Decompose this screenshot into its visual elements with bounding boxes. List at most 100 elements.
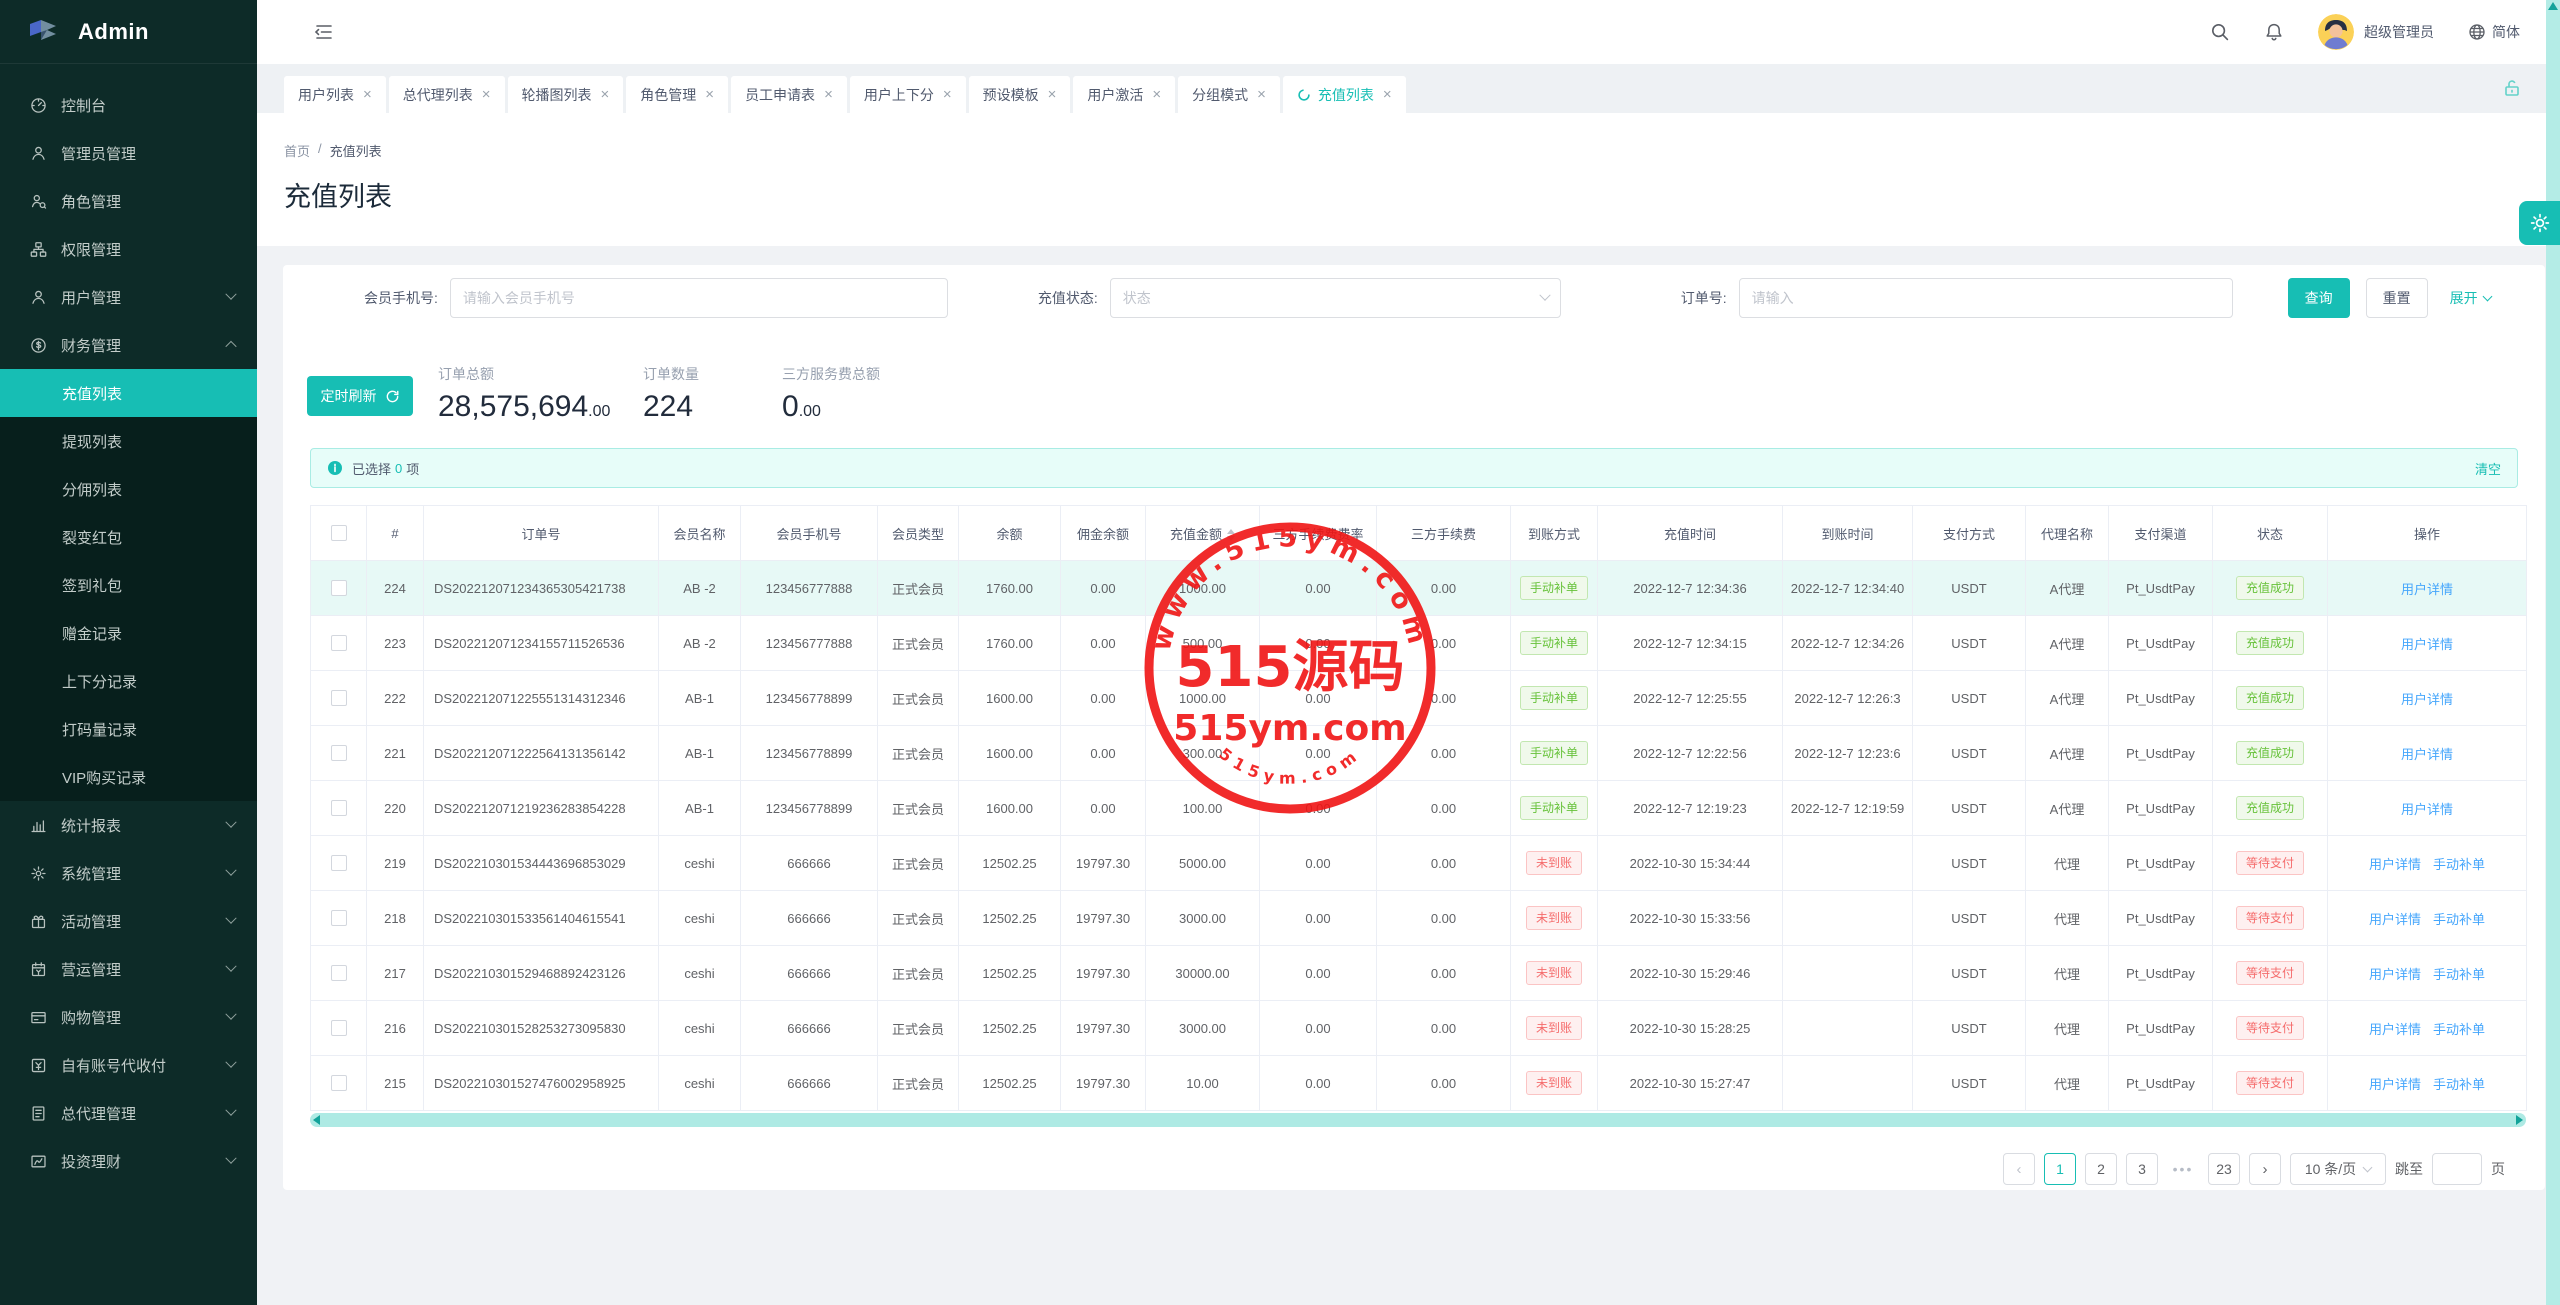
sidebar-subitem-commission-list[interactable]: 分佣列表 (0, 465, 257, 513)
sidebar-item-finance[interactable]: 财务管理 (0, 321, 257, 369)
notification-bell-icon[interactable] (2264, 22, 2284, 42)
row-checkbox[interactable] (330, 580, 347, 597)
user-detail-link[interactable]: 用户详情 (2401, 582, 2453, 597)
page-size-select[interactable]: 10 条/页 (2290, 1153, 2386, 1185)
page-button-3[interactable]: 3 (2126, 1153, 2158, 1185)
row-checkbox[interactable] (330, 800, 347, 817)
language-switcher[interactable]: 简体 (2468, 22, 2520, 42)
page-button-23[interactable]: 23 (2208, 1153, 2240, 1185)
user-detail-link[interactable]: 用户详情 (2369, 967, 2421, 982)
tab-close-icon[interactable]: × (1257, 87, 1266, 102)
tab-close-icon[interactable]: × (705, 87, 714, 102)
select-all-checkbox[interactable] (330, 525, 347, 542)
manual-order-link[interactable]: 手动补单 (2433, 967, 2485, 982)
tab-close-icon[interactable]: × (824, 87, 833, 102)
expand-filters-link[interactable]: 展开 (2450, 288, 2493, 308)
user-detail-link[interactable]: 用户详情 (2369, 912, 2421, 927)
sidebar-subitem-coding-record[interactable]: 打码量记录 (0, 705, 257, 753)
clear-selection-link[interactable]: 清空 (2475, 459, 2501, 478)
phone-filter-input[interactable] (449, 278, 948, 318)
scroll-up-icon[interactable] (2548, 2, 2558, 10)
breadcrumb-home[interactable]: 首页 (284, 141, 310, 160)
row-checkbox[interactable] (330, 745, 347, 762)
search-button[interactable]: 查询 (2287, 278, 2350, 318)
auto-refresh-button[interactable]: 定时刷新 (307, 376, 413, 416)
page-button-1[interactable]: 1 (2044, 1153, 2076, 1185)
user-avatar[interactable] (2318, 14, 2354, 50)
tab-close-icon[interactable]: × (1152, 87, 1161, 102)
sidebar-subitem-recharge-list[interactable]: 充值列表 (0, 369, 257, 417)
reset-button[interactable]: 重置 (2365, 278, 2428, 318)
tab-预设模板[interactable]: 预设模板 × (968, 76, 1071, 113)
tab-分组模式[interactable]: 分组模式 × (1178, 76, 1280, 113)
row-checkbox[interactable] (330, 635, 347, 652)
sidebar-item-system[interactable]: 系统管理 (0, 849, 257, 897)
horizontal-scrollbar[interactable] (310, 1113, 2526, 1127)
page-button-2[interactable]: 2 (2085, 1153, 2117, 1185)
vertical-scrollbar[interactable] (2546, 0, 2560, 1305)
sidebar-item-shopping[interactable]: 购物管理 (0, 993, 257, 1041)
sidebar-subitem-withdraw-list[interactable]: 提现列表 (0, 417, 257, 465)
sidebar-item-selfpay[interactable]: 自有账号代收付 (0, 1041, 257, 1089)
order-filter-input[interactable] (1738, 278, 2233, 318)
manual-order-link[interactable]: 手动补单 (2433, 1022, 2485, 1037)
user-detail-link[interactable]: 用户详情 (2401, 637, 2453, 652)
tab-用户激活[interactable]: 用户激活 × (1073, 76, 1176, 113)
row-checkbox[interactable] (330, 1020, 347, 1037)
tab-close-icon[interactable]: × (1048, 87, 1057, 102)
tab-充值列表[interactable]: 充值列表 × (1282, 76, 1406, 113)
next-page-button[interactable]: › (2249, 1153, 2281, 1185)
sidebar-subitem-bonus-record[interactable]: 赠金记录 (0, 609, 257, 657)
username-label[interactable]: 超级管理员 (2364, 22, 2434, 42)
status-select-input[interactable] (1109, 278, 1561, 318)
user-detail-link[interactable]: 用户详情 (2369, 1022, 2421, 1037)
user-detail-link[interactable]: 用户详情 (2369, 857, 2421, 872)
tab-close-icon[interactable]: × (482, 87, 491, 102)
sidebar-item-user[interactable]: 用户管理 (0, 273, 257, 321)
theme-settings-button[interactable] (2519, 201, 2560, 245)
tab-轮播图列表[interactable]: 轮播图列表 × (507, 76, 624, 113)
sidebar-item-permission[interactable]: 权限管理 (0, 225, 257, 273)
sidebar-item-activity[interactable]: 活动管理 (0, 897, 257, 945)
manual-order-link[interactable]: 手动补单 (2433, 912, 2485, 927)
user-detail-link[interactable]: 用户详情 (2401, 692, 2453, 707)
sidebar-subitem-updown-record[interactable]: 上下分记录 (0, 657, 257, 705)
row-checkbox[interactable] (330, 910, 347, 927)
sidebar-item-invest[interactable]: 投资理财 (0, 1137, 257, 1185)
sidebar-subitem-vip-purchase[interactable]: VIP购买记录 (0, 753, 257, 801)
jump-page-input[interactable] (2432, 1153, 2482, 1185)
tab-员工申请表[interactable]: 员工申请表 × (731, 76, 847, 113)
tab-角色管理[interactable]: 角色管理 × (626, 76, 729, 113)
status-filter-select[interactable] (1109, 278, 1561, 318)
tab-close-icon[interactable]: × (1383, 87, 1392, 102)
row-checkbox[interactable] (330, 690, 347, 707)
prev-page-button[interactable]: ‹ (2003, 1153, 2035, 1185)
sidebar-item-admin[interactable]: 管理员管理 (0, 129, 257, 177)
tab-用户上下分[interactable]: 用户上下分 × (849, 76, 966, 113)
tab-用户列表[interactable]: 用户列表 × (284, 76, 386, 113)
sidebar-item-agency[interactable]: 总代理管理 (0, 1089, 257, 1137)
manual-order-link[interactable]: 手动补单 (2433, 1077, 2485, 1092)
sort-caret-icon[interactable] (1227, 529, 1235, 542)
tab-close-icon[interactable]: × (363, 87, 372, 102)
tab-close-icon[interactable]: × (943, 87, 952, 102)
tab-close-icon[interactable]: × (601, 87, 610, 102)
unlock-icon[interactable] (2502, 78, 2522, 98)
sidebar-item-role[interactable]: 角色管理 (0, 177, 257, 225)
sidebar-subitem-fission-redpacket[interactable]: 裂变红包 (0, 513, 257, 561)
user-detail-link[interactable]: 用户详情 (2369, 1077, 2421, 1092)
sidebar-item-report[interactable]: 统计报表 (0, 801, 257, 849)
sidebar-collapse-icon[interactable] (313, 21, 335, 43)
sidebar-item-console[interactable]: 控制台 (0, 81, 257, 129)
scroll-left-icon[interactable] (313, 1115, 320, 1125)
row-checkbox[interactable] (330, 1075, 347, 1092)
manual-order-link[interactable]: 手动补单 (2433, 857, 2485, 872)
scroll-right-icon[interactable] (2516, 1115, 2523, 1125)
sidebar-item-operation[interactable]: 营运管理 (0, 945, 257, 993)
row-checkbox[interactable] (330, 965, 347, 982)
row-checkbox[interactable] (330, 855, 347, 872)
user-detail-link[interactable]: 用户详情 (2401, 802, 2453, 817)
sidebar-subitem-signin-gift[interactable]: 签到礼包 (0, 561, 257, 609)
user-detail-link[interactable]: 用户详情 (2401, 747, 2453, 762)
tab-总代理列表[interactable]: 总代理列表 × (388, 76, 505, 113)
